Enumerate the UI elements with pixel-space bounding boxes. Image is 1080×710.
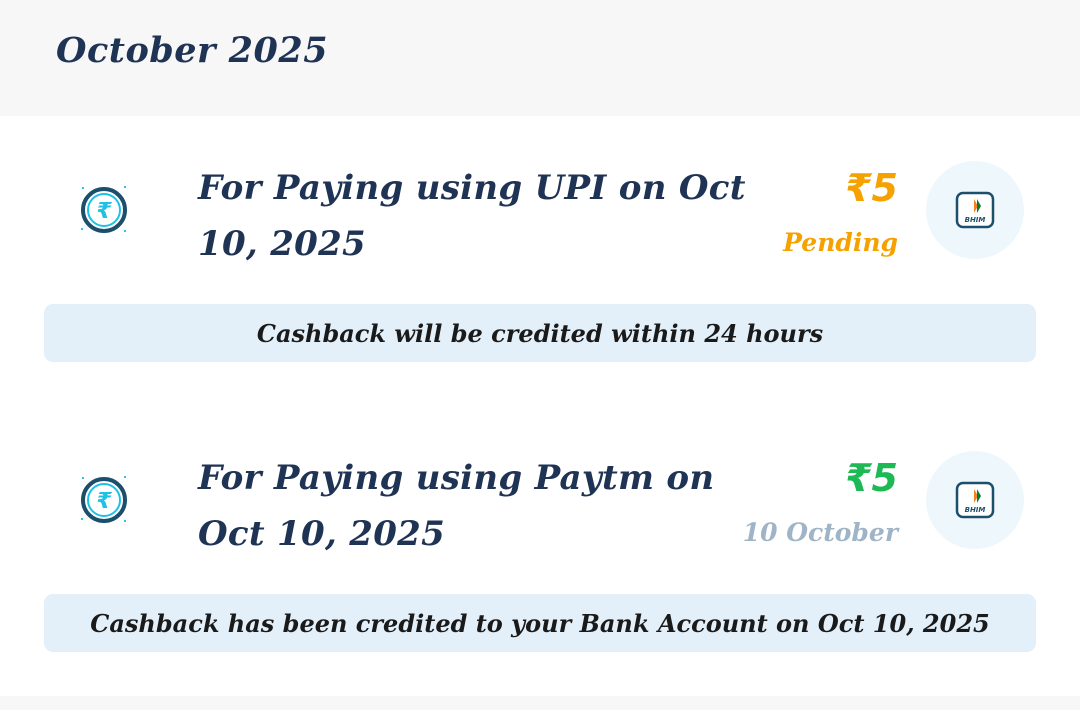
- bhim-label: BHIM: [965, 506, 986, 514]
- cashback-note: Cashback has been credited to your Bank …: [44, 594, 1036, 652]
- svg-text:₹: ₹: [96, 199, 112, 224]
- status-label: Pending: [783, 228, 898, 257]
- month-title: October 2025: [56, 30, 329, 71]
- rupee-cashback-icon: ₹: [81, 186, 127, 233]
- bhim-icon: BHIM: [955, 191, 995, 229]
- svg-text:₹: ₹: [96, 489, 112, 514]
- month-header: October 2025: [0, 0, 1080, 116]
- cashback-amount: ₹5: [845, 456, 898, 500]
- transaction-row[interactable]: ₹ For Paying using Paytm on Oct 10, 2025…: [0, 406, 1080, 676]
- bhim-label: BHIM: [965, 216, 986, 224]
- transaction-title: For Paying using Paytm on Oct 10, 2025: [198, 458, 715, 554]
- app-badge: BHIM: [926, 451, 1024, 549]
- cashback-note: Cashback will be credited within 24 hour…: [44, 304, 1036, 362]
- rupee-cashback-icon: ₹: [81, 476, 127, 523]
- app-badge: BHIM: [926, 161, 1024, 259]
- credited-date: 10 October: [742, 518, 898, 547]
- cashback-amount: ₹5: [845, 166, 898, 210]
- transaction-row[interactable]: ₹ For Paying using UPI on Oct 10, 2025 ₹…: [0, 116, 1080, 386]
- transaction-title: For Paying using UPI on Oct 10, 2025: [198, 168, 746, 264]
- bhim-icon: BHIM: [955, 481, 995, 519]
- section-divider: [0, 696, 1080, 710]
